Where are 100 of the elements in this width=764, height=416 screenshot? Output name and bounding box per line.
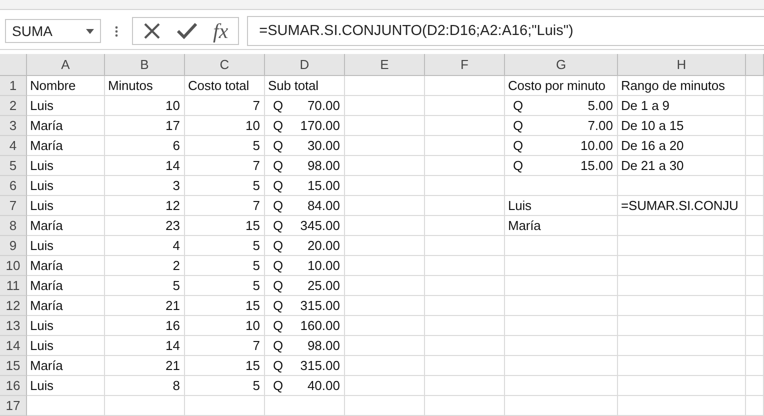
amount-value: 5.00 — [588, 97, 613, 115]
table-cell: Sub total — [265, 76, 345, 96]
table-cell: 5 — [185, 256, 265, 276]
table-cell: María — [27, 256, 105, 276]
table-cell: 7 — [185, 156, 265, 176]
table-cell: Luis — [505, 196, 618, 216]
amount-value: 7.00 — [588, 117, 613, 135]
table-cell: Nombre — [27, 76, 105, 96]
amount-value: 30.00 — [307, 137, 340, 155]
currency-symbol: Q — [273, 117, 284, 135]
row-header[interactable]: 13 — [0, 316, 27, 336]
caret-icon — [86, 28, 94, 34]
amount-value: 15.00 — [580, 157, 613, 175]
amount-value: 98.00 — [307, 157, 340, 175]
table-cell: Costo total — [185, 76, 265, 96]
name-box-text: SUMA — [12, 23, 52, 39]
currency-symbol: Q — [273, 217, 284, 235]
row-header[interactable]: 14 — [0, 336, 27, 356]
row-header[interactable]: 8 — [0, 216, 27, 236]
row-header[interactable]: 4 — [0, 136, 27, 156]
column-header[interactable]: G — [505, 54, 618, 76]
table-cell: 5 — [185, 276, 265, 296]
table-cell: María — [27, 216, 105, 236]
amount-value: 40.00 — [307, 377, 340, 395]
column-header[interactable]: B — [105, 54, 185, 76]
column-header[interactable]: D — [265, 54, 345, 76]
row-header[interactable]: 3 — [0, 116, 27, 136]
table-cell: =SUMAR.SI.CONJU — [618, 196, 746, 216]
amount-value: 170.00 — [300, 117, 340, 135]
amount-value: 25.00 — [307, 277, 340, 295]
column-header[interactable]: H — [618, 54, 746, 76]
amount-value: 20.00 — [307, 237, 340, 255]
table-cell: 5 — [105, 276, 185, 296]
table-cell: Rango de minutos — [618, 76, 746, 96]
table-cell: 7 — [185, 196, 265, 216]
currency-symbol: Q — [273, 257, 284, 275]
table-cell: 15 — [185, 216, 265, 236]
currency-symbol: Q — [273, 277, 284, 295]
table-cell: María — [27, 356, 105, 376]
currency-symbol: Q — [513, 157, 524, 175]
currency-symbol: Q — [273, 317, 284, 335]
table-cell: Luis — [27, 196, 105, 216]
currency-symbol: Q — [273, 157, 284, 175]
row-header[interactable]: 6 — [0, 176, 27, 196]
amount-value: 84.00 — [307, 197, 340, 215]
currency-symbol: Q — [513, 117, 524, 135]
table-cell: 4 — [105, 236, 185, 256]
row-header[interactable]: 10 — [0, 256, 27, 276]
more-options-icon[interactable] — [115, 26, 118, 36]
table-cell: María — [27, 116, 105, 136]
row-header[interactable]: 17 — [0, 396, 27, 416]
currency-symbol: Q — [273, 357, 284, 375]
table-cell: 3 — [105, 176, 185, 196]
table-cell: Costo por minuto — [505, 76, 618, 96]
table-cell: 21 — [105, 356, 185, 376]
currency-symbol: Q — [513, 97, 524, 115]
name-box[interactable]: SUMA — [5, 19, 101, 43]
row-header[interactable]: 1 — [0, 76, 27, 96]
table-cell: 16 — [105, 316, 185, 336]
formula-field[interactable]: =SUMAR.SI.CONJUNTO(D2:D16;A2:A16;"Luis") — [247, 16, 764, 46]
column-header[interactable]: F — [425, 54, 505, 76]
insert-function-button[interactable]: fx — [213, 18, 228, 44]
table-cell: 2 — [105, 256, 185, 276]
row-header[interactable]: 5 — [0, 156, 27, 176]
row-header[interactable]: 7 — [0, 196, 27, 216]
row-header[interactable]: 11 — [0, 276, 27, 296]
amount-value: 315.00 — [300, 297, 340, 315]
currency-symbol: Q — [513, 137, 524, 155]
amount-value: 10.00 — [307, 257, 340, 275]
currency-symbol: Q — [273, 137, 284, 155]
currency-symbol: Q — [273, 297, 284, 315]
amount-value: 15.00 — [307, 177, 340, 195]
amount-value: 345.00 — [300, 217, 340, 235]
table-cell: María — [505, 216, 618, 236]
table-cell: 10 — [105, 96, 185, 116]
table-cell: Luis — [27, 336, 105, 356]
table-cell: 21 — [105, 296, 185, 316]
row-header[interactable]: 15 — [0, 356, 27, 376]
currency-symbol: Q — [273, 377, 284, 395]
row-header[interactable]: 2 — [0, 96, 27, 116]
row-header[interactable]: 16 — [0, 376, 27, 396]
row-header[interactable]: 12 — [0, 296, 27, 316]
table-cell: 5 — [185, 136, 265, 156]
table-cell: 10 — [185, 316, 265, 336]
column-header[interactable]: A — [27, 54, 105, 76]
checkmark-icon[interactable] — [177, 23, 197, 39]
table-cell: 10 — [185, 116, 265, 136]
column-header[interactable]: E — [345, 54, 425, 76]
cancel-icon[interactable] — [143, 22, 161, 40]
currency-symbol: Q — [273, 97, 284, 115]
currency-symbol: Q — [273, 197, 284, 215]
table-cell: De 10 a 15 — [618, 116, 746, 136]
table-cell: De 16 a 20 — [618, 136, 746, 156]
table-cell: 7 — [185, 96, 265, 116]
table-cell: Minutos — [105, 76, 185, 96]
row-header[interactable]: 9 — [0, 236, 27, 256]
table-cell: 12 — [105, 196, 185, 216]
table-cell: 8 — [105, 376, 185, 396]
column-header[interactable]: C — [185, 54, 265, 76]
table-cell: 15 — [185, 356, 265, 376]
